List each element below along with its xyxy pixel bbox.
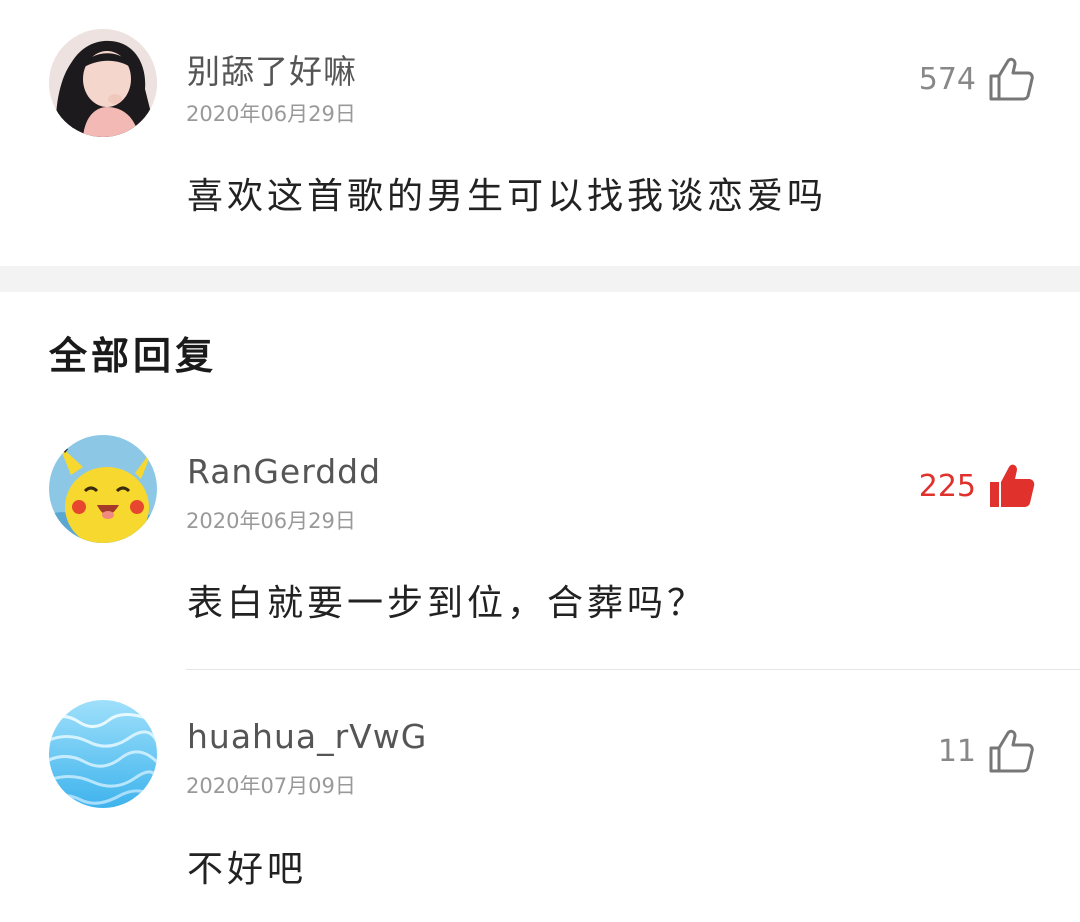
comment-date: 2020年06月29日 [186,102,356,126]
like-count: 225 [918,468,976,504]
reply-text: 表白就要一步到位，合葬吗？ [187,583,708,624]
user-avatar-photo-icon [49,29,157,137]
user-avatar[interactable] [49,700,157,808]
like-button[interactable]: 225 [919,460,1036,512]
reply-date: 2020年07月09日 [186,774,356,798]
thumbs-up-filled-icon[interactable] [986,461,1036,511]
like-button[interactable]: 574 [919,53,1036,105]
thumbs-up-outline-icon[interactable] [986,54,1036,104]
like-button[interactable]: 11 [938,725,1036,777]
user-avatar[interactable] [49,435,157,543]
reply-username[interactable]: RanGerddd [187,452,381,491]
reply-divider [186,669,1080,670]
comment-detail-screen: 别舔了好嘛 2020年06月29日 574 喜欢这首歌的男生可以找我谈恋爱吗 全… [0,0,1080,922]
like-count: 574 [918,61,976,97]
pikachu-avatar-icon [49,435,157,543]
thumbs-up-outline-icon[interactable] [986,726,1036,776]
reply-text: 不好吧 [187,849,308,890]
user-avatar[interactable] [49,29,157,137]
section-divider [0,266,1080,292]
like-count: 11 [937,733,976,769]
reply-date: 2020年06月29日 [186,509,356,533]
comment-username[interactable]: 别舔了好嘛 [187,45,357,93]
reply-username[interactable]: huahua_rVwG [187,717,427,756]
comment-text: 喜欢这首歌的男生可以找我谈恋爱吗 [187,176,828,217]
replies-section-title: 全部回复 [49,334,218,378]
water-avatar-icon [49,700,157,808]
